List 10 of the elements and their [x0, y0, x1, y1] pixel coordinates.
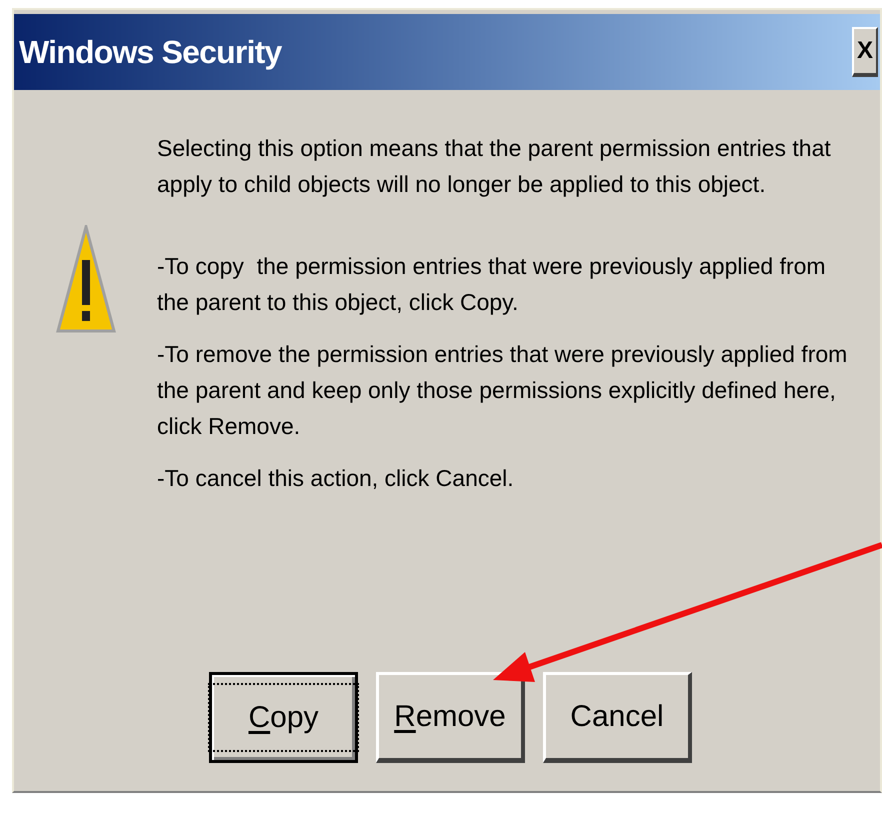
dialog-button[interactable]: Copy — [209, 672, 358, 763]
close-button[interactable]: X — [852, 27, 878, 77]
message-text: Selecting this option means that the parent permission entries that apply to child objects will no longer be applied to this object. — [157, 134, 832, 199]
message-text: -To cancel this action, click Cancel. — [157, 464, 515, 493]
message-text: -To remove the permission entries that were previously applied from the parent and keep only those permissions explicitly defined here, click Remove. — [157, 340, 848, 441]
message-text: -To copy the permission entries that were previously applied from the parent to this object, click Copy. — [157, 252, 827, 317]
window-title: Windows Security — [19, 33, 282, 72]
dialog-button[interactable]: Cancel — [543, 672, 692, 763]
warning-icon — [56, 225, 116, 335]
dialog-button[interactable]: Remove — [376, 672, 525, 763]
